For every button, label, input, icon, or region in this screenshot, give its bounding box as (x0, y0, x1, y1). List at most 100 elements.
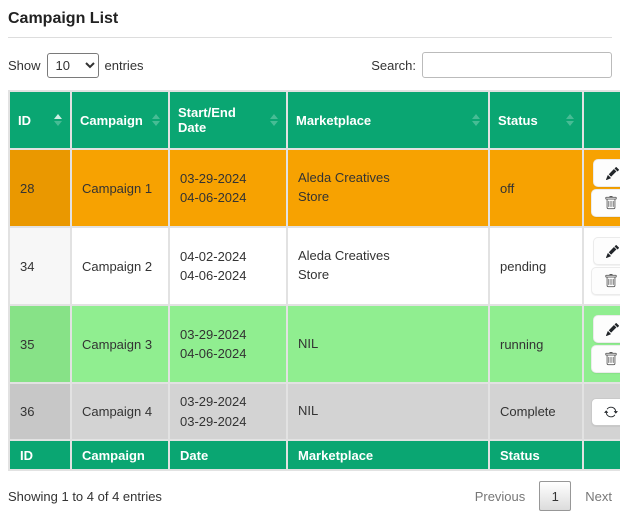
actions-stack: Edit (588, 315, 620, 373)
column-header-id[interactable]: ID (9, 91, 71, 149)
previous-page-button[interactable]: Previous (475, 489, 526, 504)
title-divider (8, 37, 612, 38)
search-control: Search: (371, 52, 612, 78)
start-date: 03-29-2024 (180, 169, 276, 189)
edit-button[interactable]: Edit (593, 315, 620, 343)
sort-desc-icon (472, 121, 480, 126)
cell-actions: Edit (583, 227, 620, 305)
column-header-label: ID (18, 113, 31, 128)
column-header-label: Start/End Date (178, 105, 266, 135)
column-footer-campaign: Campaign (71, 440, 169, 470)
sort-arrows-icon (54, 114, 62, 126)
campaign-row: 36Campaign 403-29-202403-29-2024NILCompl… (9, 383, 620, 440)
page-length-select[interactable]: 10 (47, 53, 99, 78)
cell-campaign: Campaign 2 (71, 227, 169, 305)
campaign-row: 34Campaign 204-02-202404-06-2024Aleda Cr… (9, 227, 620, 305)
search-label: Search: (371, 58, 416, 73)
end-date: 04-06-2024 (180, 188, 276, 208)
show-label: Show (8, 58, 41, 73)
campaign-list-page: Campaign List Show 10 entries Search: ID… (0, 0, 620, 519)
sort-desc-icon (152, 121, 160, 126)
cell-marketplace: NIL (287, 305, 489, 383)
delete-button[interactable] (591, 189, 620, 217)
next-page-button[interactable]: Next (585, 489, 612, 504)
cell-marketplace: Aleda Creatives Store (287, 149, 489, 227)
table-bottom-bar: Showing 1 to 4 of 4 entries Previous 1 N… (8, 481, 612, 511)
campaign-table: IDCampaignStart/End DateMarketplaceStatu… (8, 90, 620, 471)
table-controls: Show 10 entries Search: (8, 52, 612, 78)
sort-asc-icon (54, 114, 62, 119)
end-date: 04-06-2024 (180, 266, 276, 286)
cell-id: 34 (9, 227, 71, 305)
start-date: 04-02-2024 (180, 247, 276, 267)
cell-actions: Edit (583, 305, 620, 383)
table-info: Showing 1 to 4 of 4 entries (8, 489, 162, 504)
sort-arrows-icon (270, 114, 278, 126)
entries-label: entries (105, 58, 144, 73)
delete-button[interactable] (591, 267, 620, 295)
sort-asc-icon (472, 114, 480, 119)
trash-icon (604, 196, 618, 210)
actions-stack: Edit (588, 159, 620, 217)
delete-button[interactable] (591, 345, 620, 373)
cell-dates: 03-29-202403-29-2024 (169, 383, 287, 440)
campaign-table-header: ID Campaign Start/End Date Marketplace Statu… (9, 91, 620, 149)
end-date: 03-29-2024 (180, 412, 276, 432)
marketplace-name: Aleda Creatives Store (298, 247, 410, 285)
column-header-marketplace[interactable]: Marketplace (287, 91, 489, 149)
edit-button[interactable]: Edit (593, 237, 620, 265)
cell-dates: 04-02-202404-06-2024 (169, 227, 287, 305)
sort-asc-icon (566, 114, 574, 119)
marketplace-name: NIL (298, 335, 410, 354)
cell-marketplace: Aleda Creatives Store (287, 227, 489, 305)
cell-actions: Edit (583, 149, 620, 227)
sort-asc-icon (270, 114, 278, 119)
renew-button[interactable]: Renew (591, 398, 620, 426)
edit-button[interactable]: Edit (593, 159, 620, 187)
column-footer-marketplace: Marketplace (287, 440, 489, 470)
cell-status: Complete (489, 383, 583, 440)
sort-asc-icon (152, 114, 160, 119)
footer-row: IDCampaignDateMarketplaceStatus (9, 440, 620, 470)
cell-status: running (489, 305, 583, 383)
trash-icon (604, 352, 618, 366)
sort-arrows-icon (152, 114, 160, 126)
cell-marketplace: NIL (287, 383, 489, 440)
pencil-icon (606, 245, 619, 258)
column-header-status[interactable]: Status (489, 91, 583, 149)
campaign-row: 35Campaign 303-29-202404-06-2024NILrunni… (9, 305, 620, 383)
column-footer-id: ID (9, 440, 71, 470)
current-page-button[interactable]: 1 (539, 481, 571, 511)
cell-id: 36 (9, 383, 71, 440)
column-footer-actions (583, 440, 620, 470)
column-header-campaign[interactable]: Campaign (71, 91, 169, 149)
sort-arrows-icon (472, 114, 480, 126)
page-length-control: Show 10 entries (8, 53, 144, 78)
column-header-start-end-date[interactable]: Start/End Date (169, 91, 287, 149)
marketplace-name: NIL (298, 402, 410, 421)
page-title: Campaign List (8, 10, 612, 28)
end-date: 04-06-2024 (180, 344, 276, 364)
cell-campaign: Campaign 4 (71, 383, 169, 440)
cell-campaign: Campaign 3 (71, 305, 169, 383)
column-header-label: Campaign (80, 113, 143, 128)
column-header-label: Marketplace (296, 113, 371, 128)
search-input[interactable] (422, 52, 612, 78)
column-header-label: Status (498, 113, 538, 128)
pencil-icon (606, 167, 619, 180)
start-date: 03-29-2024 (180, 392, 276, 412)
cell-actions: Renew (583, 383, 620, 440)
campaign-table-body: 28Campaign 103-29-202404-06-2024Aleda Cr… (9, 149, 620, 440)
sort-desc-icon (566, 121, 574, 126)
column-header-actions[interactable] (583, 91, 620, 149)
cell-status: pending (489, 227, 583, 305)
campaign-table-footer: IDCampaignDateMarketplaceStatus (9, 440, 620, 470)
sort-desc-icon (270, 121, 278, 126)
header-row: ID Campaign Start/End Date Marketplace Statu… (9, 91, 620, 149)
sort-arrows-icon (566, 114, 574, 126)
cell-status: off (489, 149, 583, 227)
pagination: Previous 1 Next (475, 481, 612, 511)
marketplace-name: Aleda Creatives Store (298, 169, 410, 207)
refresh-icon (604, 405, 618, 419)
start-date: 03-29-2024 (180, 325, 276, 345)
